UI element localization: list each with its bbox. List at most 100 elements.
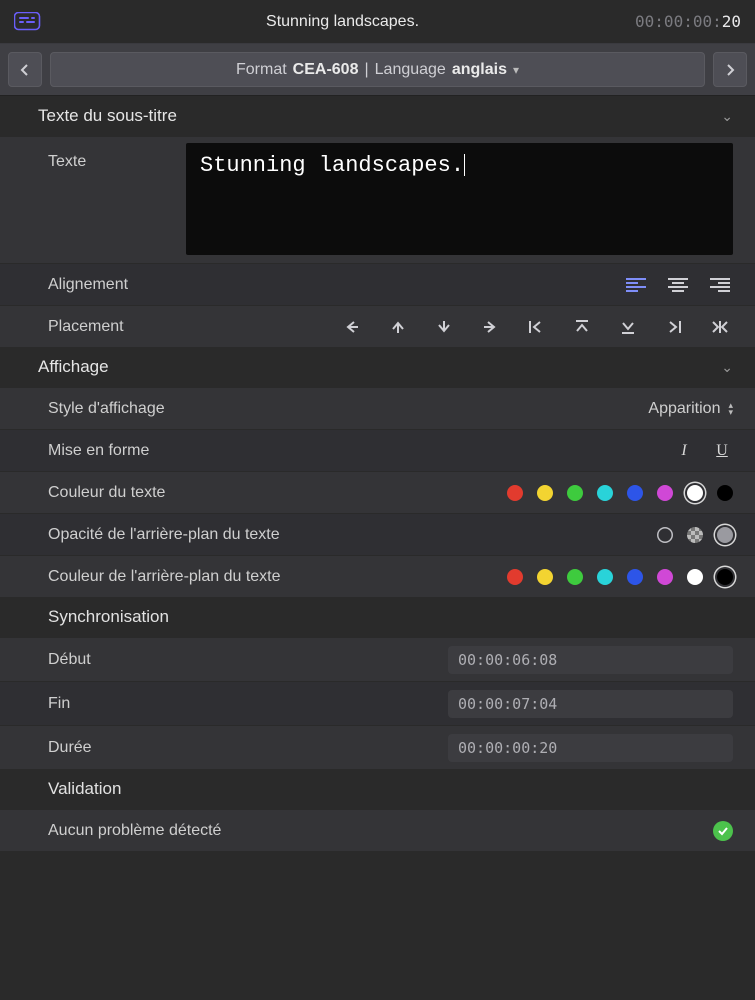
checkmark-ok-icon bbox=[713, 821, 733, 841]
format-separator: | bbox=[364, 61, 368, 79]
format-value: CEA-608 bbox=[293, 61, 359, 79]
text-color-swatch-7[interactable] bbox=[717, 485, 733, 501]
bg-opacity-row: Opacité de l'arrière-plan du texte bbox=[0, 513, 755, 555]
section-caption-text-label: Texte du sous-titre bbox=[38, 106, 177, 126]
text-color-label: Couleur du texte bbox=[48, 484, 165, 502]
align-left-button[interactable] bbox=[623, 274, 649, 296]
validation-message: Aucun problème détecté bbox=[48, 822, 221, 840]
format-prefix: Format bbox=[236, 61, 287, 79]
snap-bottom-button[interactable] bbox=[615, 316, 641, 338]
caption-text-value: Stunning landscapes. bbox=[200, 153, 464, 178]
display-style-row: Style d'affichage Apparition ▴▾ bbox=[0, 387, 755, 429]
text-color-swatch-3[interactable] bbox=[597, 485, 613, 501]
tc-base: 00:00:00: bbox=[635, 12, 722, 31]
language-value: anglais bbox=[452, 61, 507, 79]
text-color-swatch-0[interactable] bbox=[507, 485, 523, 501]
placement-row: Placement bbox=[0, 305, 755, 347]
section-caption-text[interactable]: Texte du sous-titre ⌄ bbox=[0, 96, 755, 136]
tc-frames: 20 bbox=[722, 12, 741, 31]
section-validation: Validation bbox=[0, 769, 755, 809]
formatting-row: Mise en forme I U bbox=[0, 429, 755, 471]
text-color-swatch-4[interactable] bbox=[627, 485, 643, 501]
opacity-transparent-button[interactable] bbox=[657, 527, 673, 543]
end-time-value: 00:00:07:04 bbox=[458, 695, 557, 713]
section-timing: Synchronisation bbox=[0, 597, 755, 637]
snap-right-button[interactable] bbox=[661, 316, 687, 338]
bg-color-swatch-7[interactable] bbox=[717, 569, 733, 585]
nudge-left-button[interactable] bbox=[339, 316, 365, 338]
placement-label: Placement bbox=[48, 318, 124, 336]
display-style-value: Apparition bbox=[648, 400, 720, 418]
duration-row: Durée 00:00:00:20 bbox=[0, 725, 755, 769]
opacity-semi-button[interactable] bbox=[687, 527, 703, 543]
header-timecode: 00:00:00:20 bbox=[635, 12, 741, 31]
alignment-controls bbox=[623, 274, 733, 296]
align-center-button[interactable] bbox=[665, 274, 691, 296]
bg-color-swatch-0[interactable] bbox=[507, 569, 523, 585]
alignment-row: Alignement bbox=[0, 263, 755, 305]
chevron-down-icon: ▾ bbox=[513, 63, 519, 77]
bg-color-swatch-6[interactable] bbox=[687, 569, 703, 585]
captions-icon bbox=[14, 12, 42, 32]
end-time-input[interactable]: 00:00:07:04 bbox=[448, 690, 733, 718]
text-color-swatch-1[interactable] bbox=[537, 485, 553, 501]
snap-center-button[interactable] bbox=[707, 316, 733, 338]
start-time-value: 00:00:06:08 bbox=[458, 651, 557, 669]
section-timing-label: Synchronisation bbox=[48, 607, 169, 626]
bg-color-swatch-4[interactable] bbox=[627, 569, 643, 585]
panel-header: Stunning landscapes. 00:00:00:20 bbox=[0, 0, 755, 44]
section-validation-label: Validation bbox=[48, 779, 121, 798]
updown-icon: ▴▾ bbox=[728, 402, 733, 416]
text-caret bbox=[464, 154, 465, 176]
text-label: Texte bbox=[48, 143, 168, 255]
bg-color-row: Couleur de l'arrière-plan du texte bbox=[0, 555, 755, 597]
caption-inspector-panel: Stunning landscapes. 00:00:00:20 Format … bbox=[0, 0, 755, 1000]
nudge-down-button[interactable] bbox=[431, 316, 457, 338]
chevron-down-icon: ⌄ bbox=[721, 359, 733, 376]
display-style-select[interactable]: Apparition ▴▾ bbox=[648, 400, 733, 418]
bg-color-label: Couleur de l'arrière-plan du texte bbox=[48, 568, 281, 586]
text-color-swatch-6[interactable] bbox=[687, 485, 703, 501]
formatting-label: Mise en forme bbox=[48, 442, 149, 460]
format-language-selector[interactable]: Format CEA-608 | Language anglais ▾ bbox=[50, 52, 705, 87]
snap-left-button[interactable] bbox=[523, 316, 549, 338]
section-display-label: Affichage bbox=[38, 357, 109, 377]
page-title: Stunning landscapes. bbox=[50, 13, 635, 31]
nudge-right-button[interactable] bbox=[477, 316, 503, 338]
start-time-input[interactable]: 00:00:06:08 bbox=[448, 646, 733, 674]
bg-color-swatch-5[interactable] bbox=[657, 569, 673, 585]
bg-opacity-palette bbox=[657, 527, 733, 543]
bg-color-swatch-1[interactable] bbox=[537, 569, 553, 585]
text-color-swatch-5[interactable] bbox=[657, 485, 673, 501]
align-right-button[interactable] bbox=[707, 274, 733, 296]
validation-row: Aucun problème détecté bbox=[0, 809, 755, 851]
next-caption-button[interactable] bbox=[713, 52, 747, 87]
section-display[interactable]: Affichage ⌄ bbox=[0, 347, 755, 387]
display-style-label: Style d'affichage bbox=[48, 400, 165, 418]
language-prefix: Language bbox=[375, 61, 446, 79]
end-time-row: Fin 00:00:07:04 bbox=[0, 681, 755, 725]
nudge-up-button[interactable] bbox=[385, 316, 411, 338]
duration-input[interactable]: 00:00:00:20 bbox=[448, 734, 733, 762]
start-time-row: Début 00:00:06:08 bbox=[0, 637, 755, 681]
duration-value: 00:00:00:20 bbox=[458, 739, 557, 757]
prev-caption-button[interactable] bbox=[8, 52, 42, 87]
opacity-opaque-button[interactable] bbox=[717, 527, 733, 543]
bg-opacity-label: Opacité de l'arrière-plan du texte bbox=[48, 526, 280, 544]
caption-text-input[interactable]: Stunning landscapes. bbox=[186, 143, 733, 255]
end-label: Fin bbox=[48, 695, 188, 713]
text-color-swatch-2[interactable] bbox=[567, 485, 583, 501]
bg-color-swatch-2[interactable] bbox=[567, 569, 583, 585]
chevron-down-icon: ⌄ bbox=[721, 108, 733, 125]
italic-button[interactable]: I bbox=[673, 440, 695, 462]
text-color-palette bbox=[507, 485, 733, 501]
bg-color-palette bbox=[507, 569, 733, 585]
text-color-row: Couleur du texte bbox=[0, 471, 755, 513]
snap-top-button[interactable] bbox=[569, 316, 595, 338]
underline-button[interactable]: U bbox=[711, 440, 733, 462]
bg-color-swatch-3[interactable] bbox=[597, 569, 613, 585]
alignment-label: Alignement bbox=[48, 276, 128, 294]
duration-label: Durée bbox=[48, 739, 188, 757]
caption-text-row: Texte Stunning landscapes. bbox=[0, 136, 755, 263]
placement-controls bbox=[339, 316, 733, 338]
